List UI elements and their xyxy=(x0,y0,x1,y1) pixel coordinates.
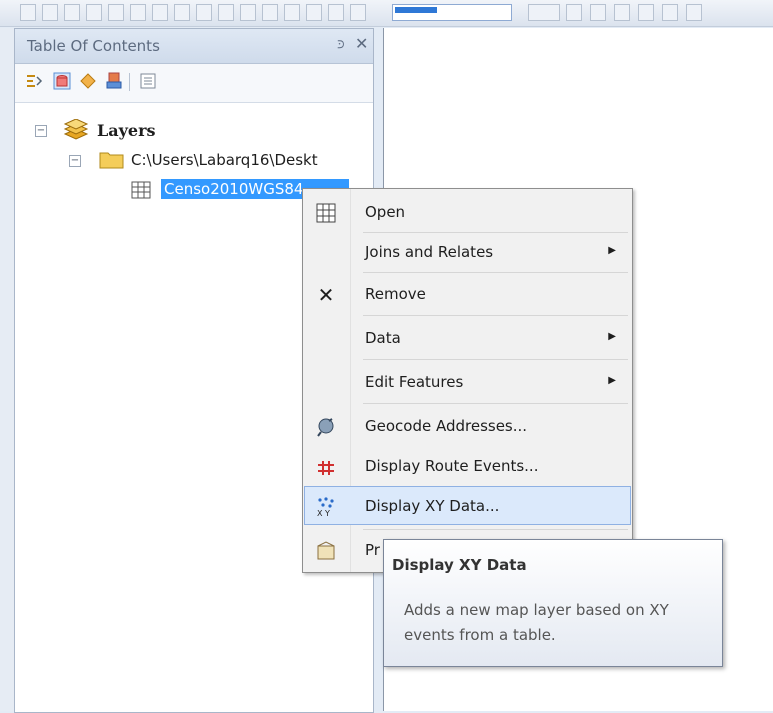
menu-separator xyxy=(363,315,628,316)
toolbar-button[interactable] xyxy=(64,4,80,21)
pin-icon[interactable]: ⪾ xyxy=(337,37,345,52)
tooltip: Display XY Data Adds a new map layer bas… xyxy=(383,539,723,667)
menu-separator xyxy=(363,359,628,360)
toolbar-button[interactable] xyxy=(240,4,256,21)
folder-path-label[interactable]: C:\Users\Labarq16\Deskt xyxy=(131,151,371,169)
toolbar-button[interactable] xyxy=(108,4,124,21)
layers-root-label[interactable]: Layers xyxy=(97,121,156,140)
toolbar-button[interactable] xyxy=(306,4,322,21)
toolbar-button[interactable] xyxy=(686,4,702,21)
menu-item-label: Data xyxy=(365,329,401,347)
toolbar-button[interactable] xyxy=(350,4,366,21)
toolbar-button[interactable] xyxy=(566,4,582,21)
menu-item-label: Open xyxy=(365,203,406,221)
menu-separator xyxy=(363,529,628,530)
layers-icon xyxy=(63,119,89,140)
menu-item-data[interactable]: Data ▶ xyxy=(305,319,630,358)
menu-item-remove[interactable]: ✕ Remove xyxy=(305,275,630,314)
toolbar-button[interactable] xyxy=(528,4,560,21)
submenu-arrow-icon: ▶ xyxy=(608,245,616,256)
menu-item-edit-features[interactable]: Edit Features ▶ xyxy=(305,363,630,402)
left-window-strip xyxy=(0,28,14,711)
menu-item-label: Joins and Relates xyxy=(365,243,494,261)
table-icon xyxy=(316,203,336,223)
list-by-source-icon[interactable] xyxy=(53,72,71,90)
list-by-visibility-icon[interactable] xyxy=(79,72,97,90)
menu-item-label: Pr xyxy=(365,541,380,559)
toolbar-button[interactable] xyxy=(328,4,344,21)
toolbar-button[interactable] xyxy=(284,4,300,21)
submenu-arrow-icon: ▶ xyxy=(608,375,616,386)
menu-separator xyxy=(363,403,628,404)
options-icon[interactable] xyxy=(139,72,157,90)
toolbar-button[interactable] xyxy=(86,4,102,21)
menu-item-open[interactable]: Open xyxy=(305,193,630,232)
toolbar-dropdown[interactable] xyxy=(392,4,512,21)
menu-item-label: Geocode Addresses... xyxy=(365,417,528,435)
toolbar-button[interactable] xyxy=(614,4,630,21)
toolbar-button[interactable] xyxy=(130,4,146,21)
menu-item-joins-and-relates[interactable]: Joins and Relates ▶ xyxy=(305,233,630,272)
list-by-drawing-order-icon[interactable] xyxy=(25,72,43,90)
toolbar-separator xyxy=(129,73,130,91)
toc-toolbar xyxy=(15,64,373,103)
submenu-arrow-icon: ▶ xyxy=(608,331,616,342)
menu-item-display-route-events[interactable]: Display Route Events... xyxy=(305,447,630,486)
toolbar-button[interactable] xyxy=(590,4,606,21)
menu-item-geocode-addresses[interactable]: Geocode Addresses... xyxy=(305,407,630,446)
toolbar-button[interactable] xyxy=(42,4,58,21)
list-by-selection-icon[interactable] xyxy=(105,72,123,90)
svg-text:X Y: X Y xyxy=(317,509,330,517)
toolbar-button[interactable] xyxy=(638,4,654,21)
folder-icon xyxy=(99,152,124,169)
toc-title-bar: Table Of Contents ⪾ ✕ xyxy=(15,29,373,64)
table-icon xyxy=(131,181,151,199)
route-events-icon xyxy=(318,461,334,475)
properties-icon xyxy=(317,541,335,560)
tooltip-body: Adds a new map layer based on XY events … xyxy=(404,601,669,644)
top-toolbar xyxy=(0,0,773,27)
toolbar-button[interactable] xyxy=(152,4,168,21)
collapse-layers-toggle[interactable]: − xyxy=(35,125,47,137)
remove-icon: ✕ xyxy=(317,283,335,307)
xy-data-icon: X Y xyxy=(317,497,334,517)
tooltip-title: Display XY Data xyxy=(392,556,527,574)
menu-item-label: Display XY Data... xyxy=(365,497,500,515)
geocode-icon xyxy=(317,418,334,437)
menu-separator xyxy=(363,272,628,273)
collapse-folder-toggle[interactable]: − xyxy=(69,155,81,167)
toolbar-button[interactable] xyxy=(662,4,678,21)
toolbar-button[interactable] xyxy=(20,4,36,21)
toc-title: Table Of Contents xyxy=(27,37,160,55)
toolbar-button[interactable] xyxy=(218,4,234,21)
toolbar-button[interactable] xyxy=(262,4,278,21)
toolbar-button[interactable] xyxy=(196,4,212,21)
menu-item-label: Edit Features xyxy=(365,373,464,391)
menu-item-label: Display Route Events... xyxy=(365,457,539,475)
menu-item-display-xy-data[interactable]: X Y Display XY Data... xyxy=(304,486,631,525)
menu-item-label: Remove xyxy=(365,285,426,303)
context-menu: Open Joins and Relates ▶ ✕ Remove Data ▶… xyxy=(302,188,633,573)
close-icon[interactable]: ✕ xyxy=(355,34,368,53)
toolbar-button[interactable] xyxy=(174,4,190,21)
